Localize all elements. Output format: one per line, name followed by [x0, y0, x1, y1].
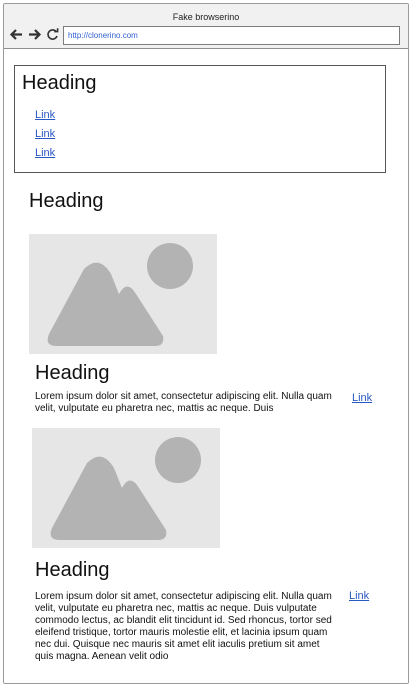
nav-link-2[interactable]: Link [35, 128, 55, 141]
window-title: Fake browserino [172, 12, 240, 22]
nav-heading: Heading [22, 72, 97, 94]
card-link[interactable]: Link [349, 590, 369, 603]
nav-link-3[interactable]: Link [35, 147, 55, 160]
reload-icon[interactable] [45, 27, 60, 42]
card-body-text: Lorem ipsum dolor sit amet, consectetur … [35, 391, 332, 414]
page-viewport: Heading Link Link Link Heading Heading L… [4, 49, 408, 683]
card-body-text: Lorem ipsum dolor sit amet, consectetur … [35, 591, 332, 662]
section-heading: Heading [29, 190, 104, 212]
nav-link-1[interactable]: Link [35, 109, 55, 122]
browser-toolbar: Fake browserino http://clonerino.com [4, 4, 408, 49]
card-heading: Heading [35, 362, 110, 384]
card-link[interactable]: Link [352, 392, 372, 405]
image-placeholder-icon [32, 428, 220, 548]
image-placeholder-icon [29, 234, 217, 354]
address-bar[interactable]: http://clonerino.com [63, 26, 400, 45]
card-heading: Heading [35, 559, 110, 581]
forward-arrow-icon[interactable] [27, 27, 42, 42]
back-arrow-icon[interactable] [9, 27, 24, 42]
nav-panel: Heading Link Link Link [14, 65, 386, 173]
browser-window: Fake browserino http://clonerino.com Hea… [3, 3, 409, 684]
